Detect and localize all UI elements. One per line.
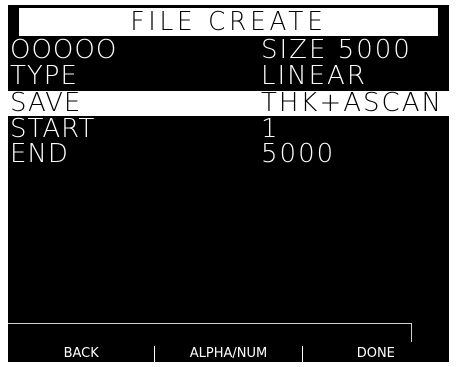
done-button[interactable]: DONE xyxy=(301,346,449,362)
type-label: TYPE xyxy=(10,61,78,91)
filename-row[interactable]: OOOOO SIZE 5000 xyxy=(8,35,449,65)
type-row[interactable]: TYPE LINEAR xyxy=(8,61,449,91)
filename-label: OOOOO xyxy=(10,35,118,65)
alpha-num-button[interactable]: ALPHA/NUM xyxy=(154,346,301,362)
size-value: SIZE 5000 xyxy=(261,35,412,65)
end-row[interactable]: END 5000 xyxy=(8,139,449,169)
start-row[interactable]: START 1 xyxy=(8,116,449,142)
lcd-screen: FILE CREATE OOOOO SIZE 5000 TYPE LINEAR … xyxy=(8,5,449,362)
end-label: END xyxy=(10,139,69,169)
status-bar xyxy=(8,323,412,342)
device-frame: FILE CREATE OOOOO SIZE 5000 TYPE LINEAR … xyxy=(0,0,456,367)
softkey-bar: BACK ALPHA/NUM DONE xyxy=(8,346,449,362)
page-title: FILE CREATE xyxy=(19,8,438,36)
end-value: 5000 xyxy=(261,139,336,169)
save-label: SAVE xyxy=(10,88,82,118)
save-value: THK+ASCAN xyxy=(261,88,443,118)
back-button[interactable]: BACK xyxy=(8,346,154,362)
save-row[interactable]: SAVE THK+ASCAN xyxy=(8,88,449,118)
type-value: LINEAR xyxy=(261,61,367,91)
